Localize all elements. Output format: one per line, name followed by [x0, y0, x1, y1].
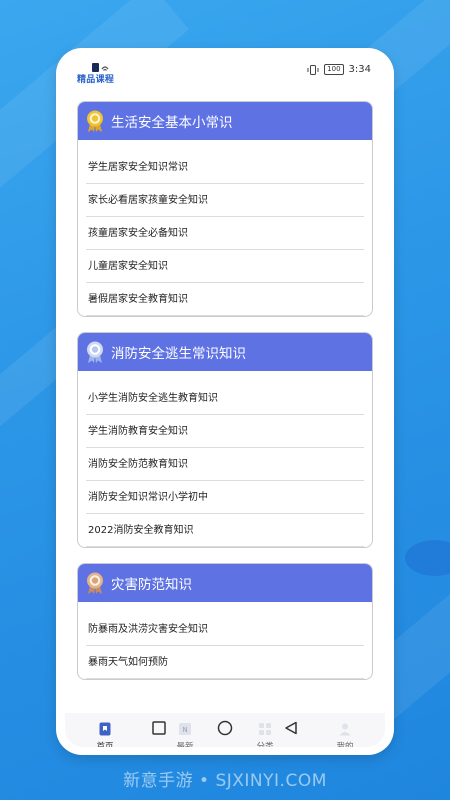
- article-list: 小学生消防安全逃生教育知识 学生消防教育安全知识 消防安全防范教育知识 消防安全…: [78, 371, 372, 547]
- section-title: 消防安全逃生常识知识: [111, 346, 246, 362]
- screen: 精品课程 100 3:34 生活安全基本小常识 学生居家安全知识常识 家长必看居…: [65, 57, 385, 747]
- phone-frame: 精品课程 100 3:34 生活安全基本小常识 学生居家安全知识常识 家长必看居…: [56, 48, 394, 755]
- list-item[interactable]: 消防安全防范教育知识: [86, 448, 364, 481]
- article-list: 防暴雨及洪涝灾害安全知识 暴雨天气如何预防: [78, 602, 372, 679]
- section-title: 灾害防范知识: [111, 577, 192, 593]
- list-item[interactable]: 儿童居家安全知识: [86, 250, 364, 283]
- medal-icon: [87, 341, 103, 363]
- status-indicators: 100 3:34: [307, 64, 371, 75]
- medal-icon: [87, 572, 103, 594]
- status-bar: 精品课程 100 3:34: [65, 57, 385, 85]
- app-logo: 精品课程: [77, 62, 121, 85]
- list-item[interactable]: 暑假居家安全教育知识: [86, 283, 364, 316]
- battery-indicator: 100: [324, 64, 344, 75]
- section-card: 生活安全基本小常识 学生居家安全知识常识 家长必看居家孩童安全知识 孩童居家安全…: [77, 101, 373, 317]
- list-item[interactable]: 2022消防安全教育知识: [86, 514, 364, 547]
- watermark: 新意手游 • SJXINYI.COM: [123, 771, 327, 791]
- list-item[interactable]: 消防安全知识常识小学初中: [86, 481, 364, 514]
- list-item[interactable]: 孩童居家安全必备知识: [86, 217, 364, 250]
- background-blob: [405, 540, 450, 576]
- back-icon[interactable]: [284, 721, 298, 735]
- section-card: 消防安全逃生常识知识 小学生消防安全逃生教育知识 学生消防教育安全知识 消防安全…: [77, 332, 373, 548]
- list-item[interactable]: 暴雨天气如何预防: [86, 646, 364, 679]
- section-header: 消防安全逃生常识知识: [78, 333, 372, 371]
- list-item[interactable]: 学生居家安全知识常识: [86, 151, 364, 184]
- app-logo-text: 精品课程: [77, 75, 115, 85]
- content-scroll[interactable]: 生活安全基本小常识 学生居家安全知识常识 家长必看居家孩童安全知识 孩童居家安全…: [65, 91, 385, 713]
- home-nav-icon[interactable]: [217, 720, 233, 736]
- system-nav-bar: [56, 704, 394, 752]
- section-header: 生活安全基本小常识: [78, 102, 372, 140]
- list-item[interactable]: 家长必看居家孩童安全知识: [86, 184, 364, 217]
- recent-apps-icon[interactable]: [151, 721, 166, 735]
- list-item[interactable]: 学生消防教育安全知识: [86, 415, 364, 448]
- article-list: 学生居家安全知识常识 家长必看居家孩童安全知识 孩童居家安全必备知识 儿童居家安…: [78, 140, 372, 316]
- section-card: 灾害防范知识 防暴雨及洪涝灾害安全知识 暴雨天气如何预防: [77, 563, 373, 680]
- list-item[interactable]: 防暴雨及洪涝灾害安全知识: [86, 613, 364, 646]
- section-title: 生活安全基本小常识: [111, 115, 233, 131]
- vibrate-icon: [307, 64, 319, 75]
- list-item[interactable]: 小学生消防安全逃生教育知识: [86, 382, 364, 415]
- clock: 3:34: [348, 64, 371, 75]
- medal-icon: [87, 110, 103, 132]
- section-header: 灾害防范知识: [78, 564, 372, 602]
